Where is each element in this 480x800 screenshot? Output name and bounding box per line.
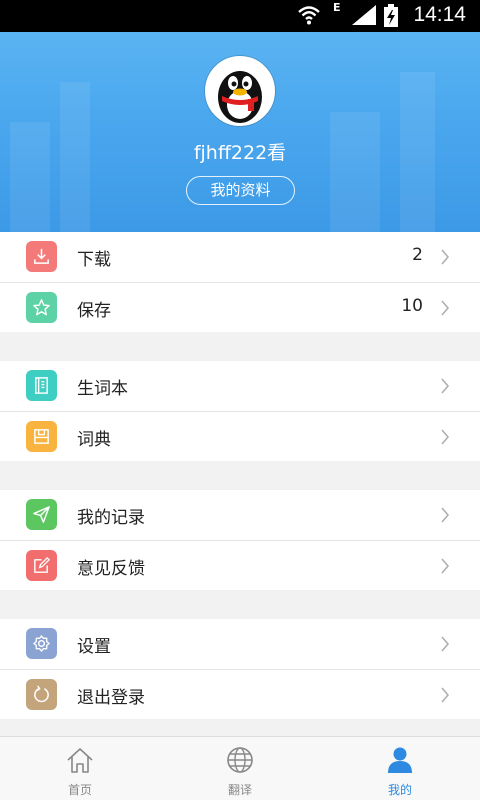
globe-icon <box>227 747 253 773</box>
status-bar: E 14:14 <box>0 0 480 32</box>
menu-item-download[interactable]: 下载 2 <box>0 232 480 282</box>
tab-home[interactable]: 首页 <box>0 737 160 800</box>
person-icon <box>388 747 412 773</box>
profile-button[interactable]: 我的资料 <box>186 176 295 205</box>
clock: 14:14 <box>413 3 466 26</box>
menu-item-label: 意见反馈 <box>77 559 145 579</box>
download-icon <box>26 241 57 272</box>
username: fjhff222看 <box>193 142 287 164</box>
profile-header: fjhff222看 我的资料 <box>0 32 480 232</box>
logout-icon <box>26 679 57 710</box>
send-icon <box>26 499 57 530</box>
menu-item-label: 我的记录 <box>77 508 145 528</box>
menu-item-save[interactable]: 保存 10 <box>0 282 480 332</box>
chevron-right-icon <box>441 636 450 652</box>
menu-item-label: 生词本 <box>77 379 128 399</box>
menu-item-label: 设置 <box>77 637 111 657</box>
dictionary-icon <box>26 421 57 452</box>
menu-item-vocabulary[interactable]: 生词本 <box>0 361 480 411</box>
wifi-icon <box>298 6 320 25</box>
penguin-avatar-icon <box>208 59 272 123</box>
menu-group: 下载 2 保存 10 <box>0 232 480 332</box>
tab-mine[interactable]: 我的 <box>320 737 480 800</box>
menu-item-logout[interactable]: 退出登录 <box>0 669 480 719</box>
chevron-right-icon <box>441 558 450 574</box>
menu-item-settings[interactable]: 设置 <box>0 619 480 669</box>
menu-item-label: 退出登录 <box>77 688 145 708</box>
chevron-right-icon <box>441 378 450 394</box>
chevron-right-icon <box>441 300 450 316</box>
tab-translate[interactable]: 翻译 <box>160 737 320 800</box>
menu-group: 设置 退出登录 <box>0 619 480 719</box>
bottom-nav: 首页 翻译 我的 <box>0 736 480 800</box>
signal-icon <box>352 5 376 25</box>
star-icon <box>26 292 57 323</box>
battery-charging-icon <box>384 4 398 27</box>
menu-item-feedback[interactable]: 意见反馈 <box>0 540 480 590</box>
menu-item-my-records[interactable]: 我的记录 <box>0 490 480 540</box>
tab-label: 我的 <box>387 783 412 797</box>
menu-item-dictionary[interactable]: 词典 <box>0 411 480 461</box>
tab-label: 首页 <box>67 783 92 797</box>
menu-item-label: 保存 <box>77 301 111 321</box>
download-count: 2 <box>412 245 423 265</box>
menu-item-label: 下载 <box>77 250 111 270</box>
avatar[interactable] <box>205 56 275 126</box>
menu-item-label: 词典 <box>77 430 111 450</box>
chevron-right-icon <box>441 429 450 445</box>
tab-label: 翻译 <box>227 783 252 797</box>
notebook-icon <box>26 370 57 401</box>
chevron-right-icon <box>441 249 450 265</box>
edit-icon <box>26 550 57 581</box>
gear-icon <box>26 628 57 659</box>
chevron-right-icon <box>441 687 450 703</box>
menu-group: 生词本 词典 <box>0 361 480 461</box>
network-type-label: E <box>333 1 341 14</box>
home-icon <box>67 748 93 773</box>
chevron-right-icon <box>441 507 450 523</box>
menu-group: 我的记录 意见反馈 <box>0 490 480 590</box>
background-decoration <box>330 112 380 232</box>
save-count: 10 <box>401 296 423 316</box>
